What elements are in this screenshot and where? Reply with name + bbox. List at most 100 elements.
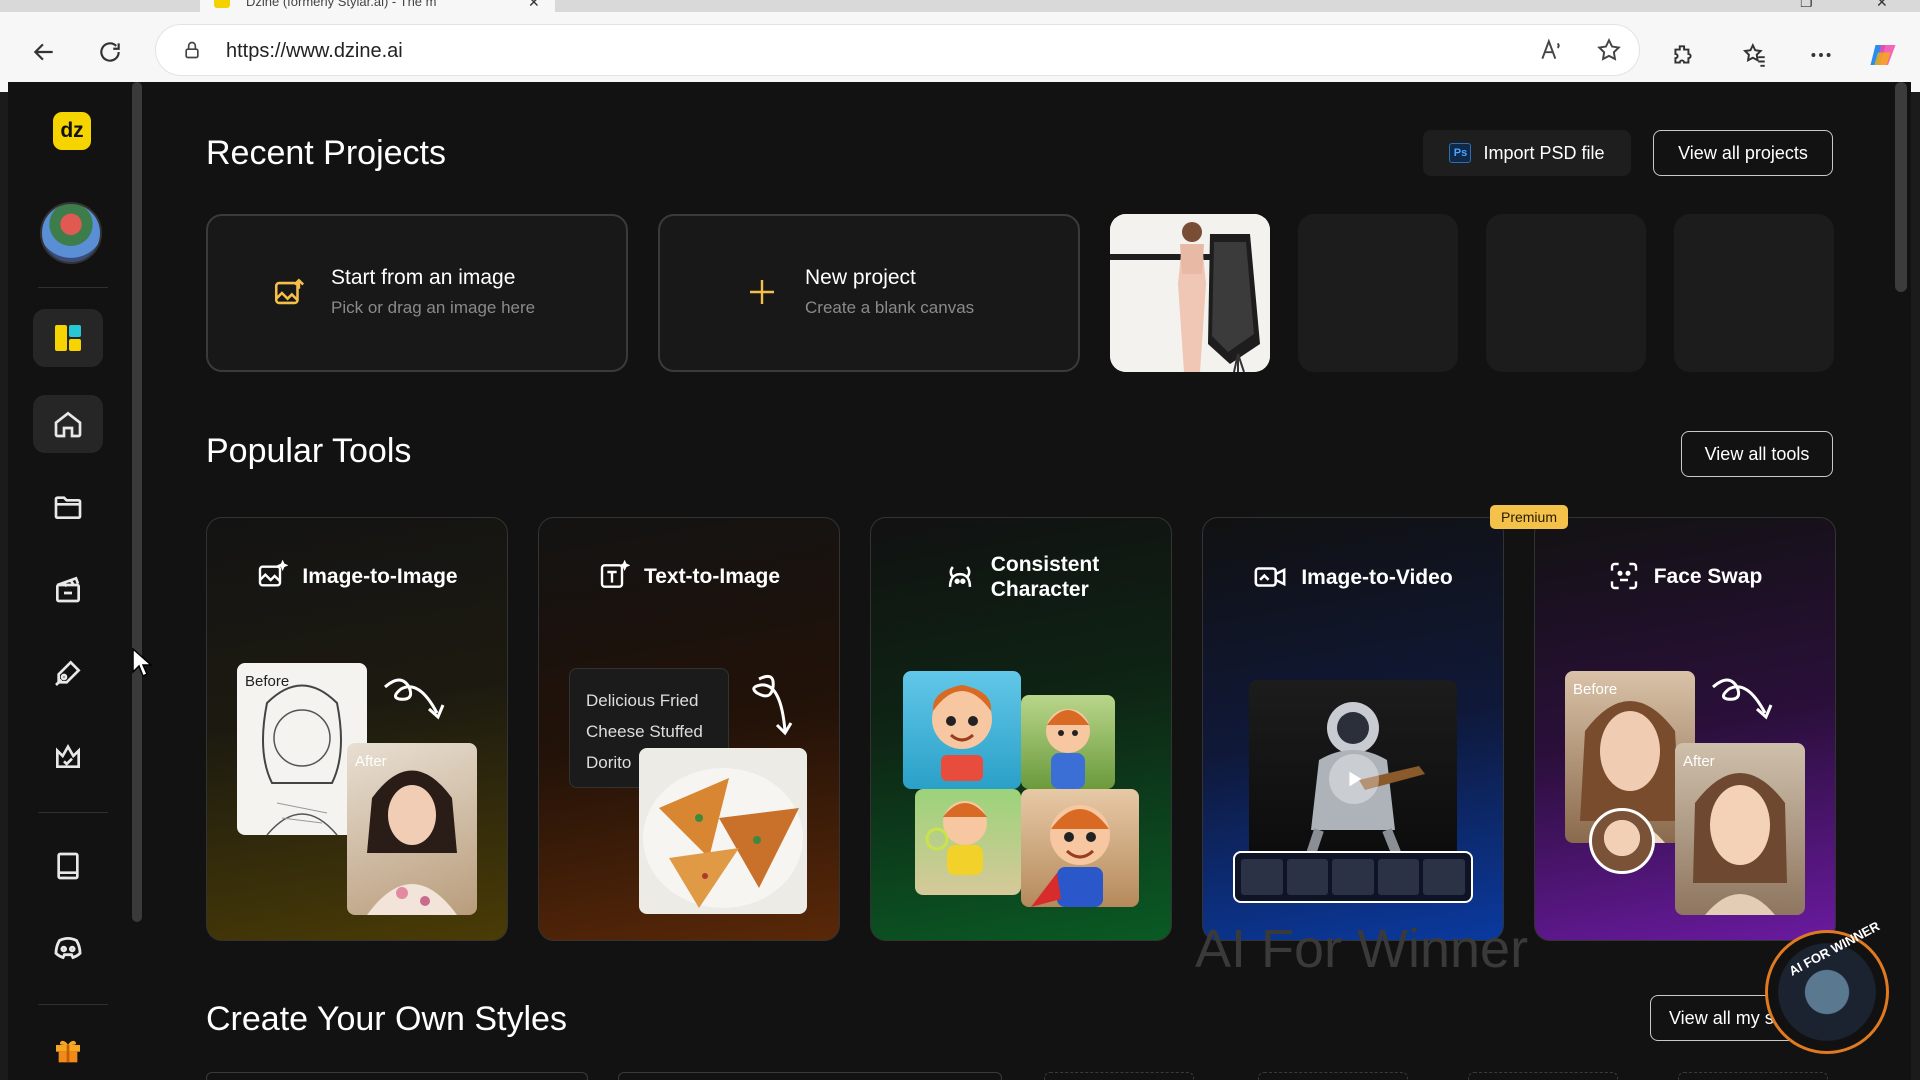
tool-card-title: Text-to-Image (539, 560, 839, 592)
window-restore-icon[interactable]: ❐ (1800, 0, 1813, 11)
tool-card-text-to-image[interactable]: Text-to-Image Delicious Fried Cheese Stu… (538, 517, 840, 941)
after-face-image: After (1675, 743, 1805, 915)
watermark-badge: AI FOR WINNER (1765, 918, 1889, 1054)
character-standing-image (1021, 695, 1115, 789)
recent-project-placeholder (1298, 214, 1458, 372)
video-timeline-strip[interactable] (1233, 851, 1473, 903)
sidebar-item-tools[interactable] (33, 560, 103, 618)
lock-icon[interactable] (182, 39, 202, 61)
tool-card-title: Image-to-Image (207, 560, 507, 592)
dzine-canvas-icon (55, 325, 81, 351)
style-card-placeholder (1044, 1072, 1194, 1080)
tool-card-label: Text-to-Image (643, 564, 781, 588)
watermark-text: AI For Winner (1195, 919, 1529, 979)
tool-card-image-to-video[interactable]: Image-to-Video (1202, 517, 1504, 941)
mouse-cursor-icon (132, 648, 152, 678)
after-label: After (1683, 753, 1715, 770)
avatar[interactable] (40, 202, 102, 264)
copilot-icon[interactable] (1868, 40, 1898, 70)
pen-tool-icon (55, 660, 81, 686)
sidebar: dz (8, 82, 126, 1080)
style-card-placeholder (1258, 1072, 1408, 1080)
sidebar-item-discord[interactable] (33, 920, 103, 978)
sidebar-item-home[interactable] (33, 395, 103, 453)
play-button[interactable] (1329, 754, 1379, 804)
sidebar-item-styles[interactable] (33, 644, 103, 702)
start-from-image-card[interactable]: Start from an image Pick or drag an imag… (206, 214, 628, 372)
sidebar-item-community[interactable] (33, 727, 103, 785)
new-project-subtitle: Create a blank canvas (805, 298, 975, 317)
import-psd-button[interactable]: Ps Import PSD file (1423, 130, 1631, 176)
window-close-icon[interactable]: ✕ (1876, 0, 1888, 11)
browser-tab-strip: Dzine (formerly Stylar.ai) - The m ✕ ❐ ✕ (0, 0, 1920, 12)
image-to-image-icon (259, 560, 289, 587)
sidebar-item-tutorials[interactable] (33, 837, 103, 895)
before-label: Before (1573, 681, 1618, 698)
tool-card-label: Image-to-Video (1301, 565, 1453, 589)
tool-card-title: Consistent Character (871, 552, 1171, 602)
consistent-character-icon (948, 566, 971, 587)
book-icon (57, 852, 79, 880)
tool-card-consistent-character[interactable]: Consistent Character (870, 517, 1172, 941)
character-tennis-image (915, 789, 1021, 895)
reload-button[interactable] (90, 32, 130, 72)
plus-icon (750, 280, 774, 304)
style-card[interactable] (206, 1072, 588, 1080)
sidebar-item-canvas[interactable] (33, 309, 103, 367)
sidebar-item-gift[interactable] (33, 1020, 103, 1078)
browser-toolbar: https://www.dzine.ai (0, 12, 1920, 92)
style-card[interactable] (618, 1072, 1002, 1080)
create-styles-title: Create Your Own Styles (206, 1000, 567, 1038)
tool-card-image-to-image[interactable]: Image-to-Image Before After (206, 517, 508, 941)
more-options-icon[interactable] (1806, 40, 1836, 70)
recent-projects-title: Recent Projects (206, 134, 446, 172)
back-arrow-icon (33, 43, 53, 61)
new-project-card[interactable]: New project Create a blank canvas (658, 214, 1080, 372)
import-psd-label: Import PSD file (1483, 142, 1605, 163)
tool-card-label: Consistent (990, 553, 1100, 576)
tool-card-face-swap[interactable]: Face Swap Before After (1534, 517, 1836, 941)
popular-tools-title: Popular Tools (206, 432, 412, 470)
sidebar-divider (38, 812, 108, 813)
tab-title: Dzine (formerly Stylar.ai) - The m (246, 0, 437, 9)
recent-project-placeholder (1674, 214, 1834, 372)
new-project-title: New project (805, 266, 916, 289)
before-label: Before (245, 673, 290, 690)
crown-icon (56, 743, 80, 768)
tool-card-label: Image-to-Image (302, 564, 458, 588)
character-superhero-image (1021, 789, 1139, 907)
view-all-tools-button[interactable]: View all tools (1681, 431, 1833, 477)
fashion-photo-thumbnail (1110, 214, 1270, 372)
browser-tab[interactable]: Dzine (formerly Stylar.ai) - The m ✕ (200, 0, 555, 12)
recent-project-placeholder (1486, 214, 1646, 372)
reload-icon (100, 42, 120, 62)
generated-food-image (639, 748, 807, 914)
start-from-image-title: Start from an image (331, 266, 516, 289)
sidebar-item-projects[interactable] (33, 478, 103, 536)
view-all-projects-button[interactable]: View all projects (1653, 130, 1833, 176)
read-aloud-icon[interactable] (1538, 37, 1564, 68)
dzine-page: dz Recent Projects Ps Import PSD file Vi… (8, 82, 1911, 1080)
sidebar-scrollbar[interactable] (132, 82, 142, 922)
image-to-video-icon (1254, 567, 1286, 587)
curved-arrow-icon (752, 674, 793, 736)
back-button[interactable] (24, 32, 64, 72)
style-card-placeholder (1468, 1072, 1618, 1080)
recent-project-thumbnail[interactable] (1110, 214, 1270, 372)
home-icon (54, 411, 82, 438)
dzine-logo[interactable]: dz (53, 112, 91, 150)
favorite-star-icon[interactable] (1596, 37, 1622, 68)
folder-icon (54, 496, 82, 519)
prompt-line: Delicious Fried (586, 691, 699, 710)
url-text[interactable]: https://www.dzine.ai (226, 40, 403, 63)
source-face-thumbnail (1589, 808, 1655, 874)
favorites-icon[interactable] (1740, 40, 1770, 70)
page-scrollbar[interactable] (1895, 82, 1907, 292)
curved-arrow-icon (1712, 678, 1773, 720)
address-bar[interactable]: https://www.dzine.ai (155, 24, 1640, 76)
photoshop-icon: Ps (1449, 143, 1472, 163)
start-from-image-subtitle: Pick or drag an image here (331, 298, 536, 317)
prompt-line: Cheese Stuffed (586, 722, 703, 741)
tab-close-icon[interactable]: ✕ (528, 0, 540, 11)
extensions-icon[interactable] (1668, 40, 1698, 70)
